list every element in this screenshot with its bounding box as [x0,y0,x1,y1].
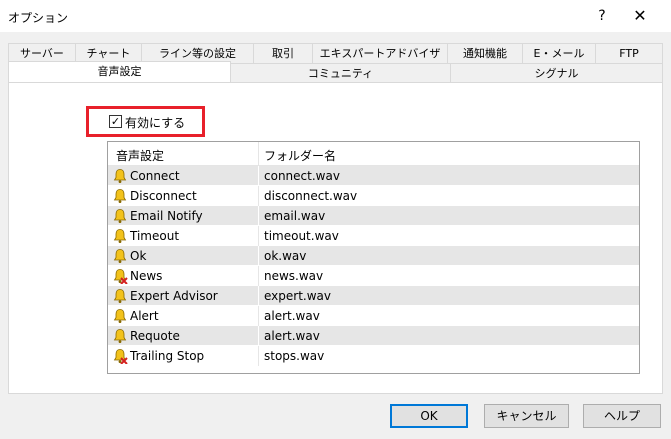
list-item[interactable]: Requote alert.wav [108,326,639,346]
bell-icon [113,289,127,303]
event-name: Expert Advisor [130,289,218,303]
event-file: alert.wav [264,309,320,323]
event-name: Ok [130,249,147,263]
bell-disabled-icon [113,269,128,284]
event-name: Email Notify [130,209,203,223]
list-item[interactable]: Trailing Stop stops.wav [108,346,639,366]
tab-community[interactable]: コミュニティ [230,63,451,82]
tab-objects[interactable]: ライン等の設定 [141,43,254,63]
sound-list: 音声設定 フォルダー名 Connect connect.wav Disconne… [107,141,640,374]
event-name: Alert [130,309,159,323]
bell-icon [113,329,127,343]
bell-icon [113,189,127,203]
event-file: news.wav [264,269,324,283]
bell-icon [113,209,127,223]
event-file: timeout.wav [264,229,339,243]
event-name: Requote [130,329,180,343]
list-item[interactable]: Disconnect disconnect.wav [108,186,639,206]
bell-icon [113,229,127,243]
help-icon[interactable]: ? [592,6,612,26]
event-file: stops.wav [264,349,325,363]
event-file: disconnect.wav [264,189,358,203]
event-file: alert.wav [264,329,320,343]
list-item[interactable]: Alert alert.wav [108,306,639,326]
event-file: expert.wav [264,289,331,303]
tab-chart[interactable]: チャート [75,43,142,63]
list-item[interactable]: Ok ok.wav [108,246,639,266]
enable-checkbox[interactable]: ✓ [109,115,122,128]
tab-signals[interactable]: シグナル [450,63,663,82]
list-item[interactable]: Expert Advisor expert.wav [108,286,639,306]
bell-disabled-icon [113,349,128,364]
enable-label[interactable]: 有効にする [125,114,185,131]
tab-sounds[interactable]: 音声設定 [8,61,231,82]
bell-icon [113,249,127,263]
event-name: News [130,269,163,283]
list-item[interactable]: Timeout timeout.wav [108,226,639,246]
cancel-button[interactable]: キャンセル [484,404,569,428]
event-name: Disconnect [130,189,197,203]
tab-email[interactable]: E・メール [522,43,596,63]
tab-notifications[interactable]: 通知機能 [447,43,523,63]
column-divider[interactable] [258,142,259,166]
enable-highlight: ✓ 有効にする [86,106,205,137]
tab-expert-advisors[interactable]: エキスパートアドバイザ [312,43,448,63]
ok-button[interactable]: OK [390,404,468,428]
tab-trade[interactable]: 取引 [253,43,313,63]
tab-ftp[interactable]: FTP [595,43,663,63]
column-header-event[interactable]: 音声設定 [116,147,164,164]
window-title: オプション [8,11,69,25]
event-name: Trailing Stop [130,349,205,363]
list-item[interactable]: Email Notify email.wav [108,206,639,226]
close-icon[interactable]: ✕ [630,6,650,26]
list-item[interactable]: Connect connect.wav [108,166,639,186]
title-bar: オプション ? ✕ [0,0,671,32]
bell-icon [113,309,127,323]
list-header: 音声設定 フォルダー名 [108,142,639,166]
help-button[interactable]: ヘルプ [583,404,661,428]
column-header-file[interactable]: フォルダー名 [264,147,336,164]
event-name: Connect [130,169,180,183]
tab-server[interactable]: サーバー [8,43,76,63]
event-file: connect.wav [264,169,340,183]
event-file: ok.wav [264,249,307,263]
event-file: email.wav [264,209,326,223]
bell-icon [113,169,127,183]
list-item[interactable]: News news.wav [108,266,639,286]
event-name: Timeout [130,229,180,243]
